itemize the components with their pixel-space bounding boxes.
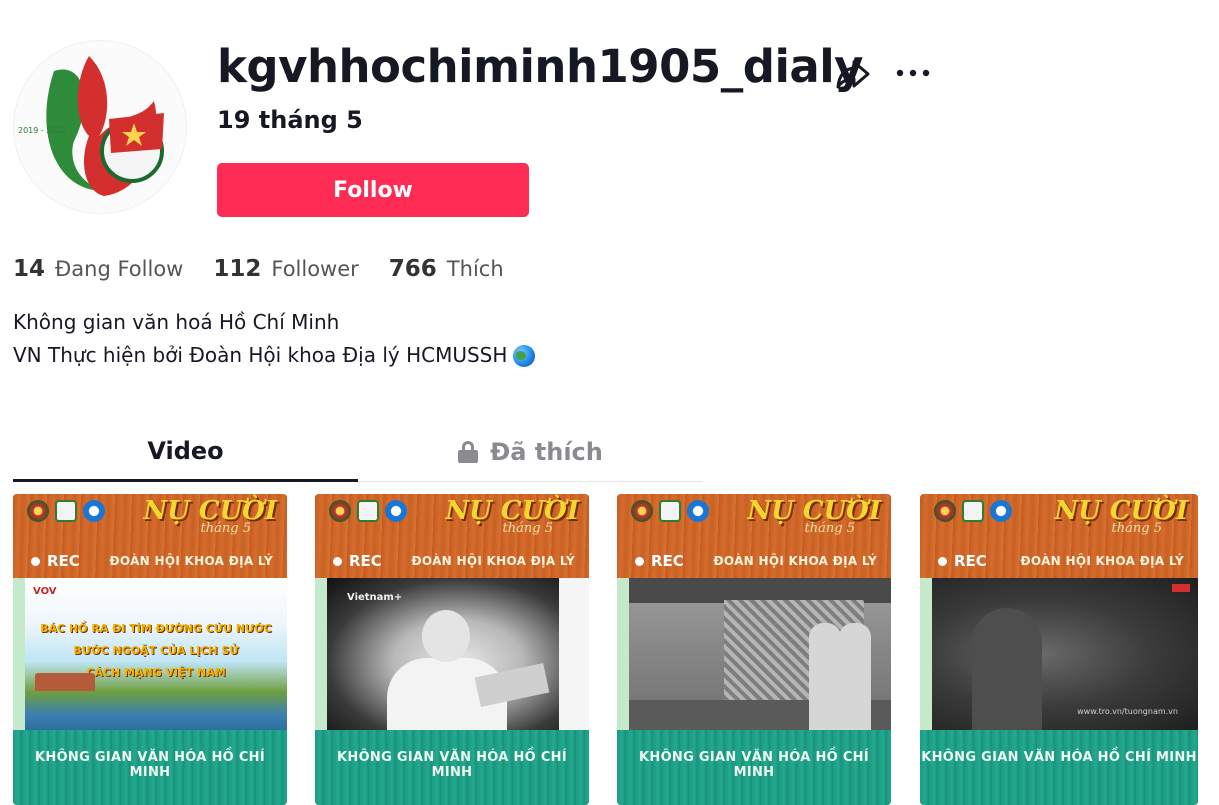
video-footer-banner: KHÔNG GIAN VĂN HÓA HỒ CHÍ MINH	[617, 730, 891, 805]
video-rec-label: REC	[635, 552, 684, 570]
stat-followers[interactable]: 112 Follower	[213, 256, 358, 282]
video-footer-text: KHÔNG GIAN VĂN HÓA HỒ CHÍ MINH	[337, 750, 567, 780]
video-side-strip	[920, 578, 932, 730]
video-side-strip	[315, 578, 327, 730]
stat-following-count: 14	[13, 256, 46, 282]
thumb-title-1: BÁC HỒ RA ĐI TÌM ĐƯỜNG CỨU NƯỚC	[40, 622, 272, 635]
video-rec-label: REC	[938, 552, 987, 570]
profile-stats: 14 Đang Follow 112 Follower 766 Thích	[13, 256, 534, 282]
share-icon[interactable]	[834, 54, 872, 92]
video-card[interactable]: NỤ CƯỜI tháng 5 REC ĐOÀN HỘI KHOA ĐỊA LÝ…	[13, 494, 287, 805]
profile-avatar: 2019 - 2022	[13, 40, 187, 214]
stat-following-label: Đang Follow	[55, 257, 184, 281]
stat-followers-count: 112	[213, 256, 262, 282]
tab-liked[interactable]: Đã thích	[358, 422, 703, 482]
student-association-logo-icon	[385, 500, 407, 522]
video-footer-text: KHÔNG GIAN VĂN HÓA HỒ CHÍ MINH	[35, 750, 265, 780]
video-doan-label: ĐOÀN HỘI KHOA ĐỊA LÝ	[1020, 554, 1184, 568]
stat-following[interactable]: 14 Đang Follow	[13, 256, 183, 282]
video-logos	[631, 500, 709, 522]
faculty-logo-icon	[55, 500, 77, 522]
video-thang-label: tháng 5	[200, 521, 251, 536]
tab-liked-label: Đã thích	[490, 438, 603, 466]
stat-likes-label: Thích	[446, 257, 504, 281]
tab-video[interactable]: Video	[13, 422, 358, 482]
video-thumbnail	[629, 578, 891, 730]
faculty-logo-icon	[659, 500, 681, 522]
video-logos	[329, 500, 407, 522]
stat-followers-label: Follower	[271, 257, 359, 281]
video-side-strip	[13, 578, 25, 730]
stat-likes: 766 Thích	[389, 256, 504, 282]
video-footer-banner: KHÔNG GIAN VĂN HÓA HỒ CHÍ MINH	[13, 730, 287, 805]
video-rec-label: REC	[333, 552, 382, 570]
video-thumbnail: www.tro.vn/tuongnam.vn	[932, 578, 1198, 730]
bio-line-2-text: VN Thực hiện bởi Đoàn Hội khoa Địa lý HC…	[13, 343, 508, 367]
video-card[interactable]: NỤ CƯỜI tháng 5 REC ĐOÀN HỘI KHOA ĐỊA LÝ…	[920, 494, 1198, 805]
faculty-logo-icon	[962, 500, 984, 522]
thumb-frame-edge	[559, 578, 589, 730]
video-thumbnail: VOV BÁC HỒ RA ĐI TÌM ĐƯỜNG CỨU NƯỚC BƯỚC…	[25, 578, 287, 730]
vietnamplus-watermark: Vietnam+	[347, 592, 403, 603]
follow-button[interactable]: Follow	[217, 163, 529, 217]
video-doan-label: ĐOÀN HỘI KHOA ĐỊA LÝ	[411, 554, 575, 568]
avatar-logo-icon: 2019 - 2022	[18, 56, 164, 196]
video-side-strip	[617, 578, 629, 730]
profile-bio: Không gian văn hoá Hồ Chí Minh VN Thực h…	[13, 306, 536, 372]
lock-icon	[458, 441, 479, 463]
faculty-logo-icon	[357, 500, 379, 522]
stat-likes-count: 766	[388, 256, 437, 282]
profile-nickname: 19 tháng 5	[217, 106, 363, 134]
video-footer-banner: KHÔNG GIAN VĂN HÓA HỒ CHÍ MINH	[315, 730, 589, 805]
thumb-watermark: www.tro.vn/tuongnam.vn	[1077, 707, 1178, 716]
tab-video-label: Video	[147, 436, 224, 465]
student-association-logo-icon	[83, 500, 105, 522]
video-thang-label: tháng 5	[804, 521, 855, 536]
more-options-icon[interactable]	[894, 60, 934, 86]
bio-line-2: VN Thực hiện bởi Đoàn Hội khoa Địa lý HC…	[13, 339, 536, 372]
thumb-person	[839, 623, 871, 730]
youth-union-logo-icon	[27, 500, 49, 522]
profile-tabs: Video Đã thích	[13, 422, 703, 482]
video-thumbnail: Vietnam+	[327, 578, 589, 730]
video-thang-label: tháng 5	[502, 521, 553, 536]
thumb-flag-icon	[1172, 584, 1190, 592]
youth-union-logo-icon	[934, 500, 956, 522]
thumb-title-2: BƯỚC NGOẶT CỦA LỊCH SỬ	[73, 644, 239, 657]
video-card[interactable]: NỤ CƯỜI tháng 5 REC ĐOÀN HỘI KHOA ĐỊA LÝ…	[617, 494, 891, 805]
thumb-person	[809, 623, 841, 730]
thumb-building	[35, 673, 95, 691]
video-logos	[27, 500, 105, 522]
video-doan-label: ĐOÀN HỘI KHOA ĐỊA LÝ	[109, 554, 273, 568]
student-association-logo-icon	[990, 500, 1012, 522]
profile-username: kgvhhochiminh1905_dialy	[217, 40, 864, 93]
video-footer-banner: KHÔNG GIAN VĂN HÓA HỒ CHÍ MINH	[920, 730, 1198, 805]
video-card[interactable]: NỤ CƯỜI tháng 5 REC ĐOÀN HỘI KHOA ĐỊA LÝ…	[315, 494, 589, 805]
video-footer-text: KHÔNG GIAN VĂN HÓA HỒ CHÍ MINH	[921, 750, 1197, 765]
video-footer-text: KHÔNG GIAN VĂN HÓA HỒ CHÍ MINH	[639, 750, 869, 780]
student-association-logo-icon	[687, 500, 709, 522]
bio-line-1: Không gian văn hoá Hồ Chí Minh	[13, 310, 340, 334]
thumb-figure	[972, 608, 1042, 730]
video-logos	[934, 500, 1012, 522]
video-grid: NỤ CƯỜI tháng 5 REC ĐOÀN HỘI KHOA ĐỊA LÝ…	[13, 494, 1213, 805]
video-rec-label: REC	[31, 552, 80, 570]
video-thang-label: tháng 5	[1111, 521, 1162, 536]
globe-icon	[513, 344, 536, 367]
video-doan-label: ĐOÀN HỘI KHOA ĐỊA LÝ	[713, 554, 877, 568]
youth-union-logo-icon	[329, 500, 351, 522]
thumb-figure-head	[422, 610, 470, 662]
vov-logo: VOV	[33, 586, 57, 597]
avatar-years: 2019 - 2022	[18, 126, 67, 135]
youth-union-logo-icon	[631, 500, 653, 522]
